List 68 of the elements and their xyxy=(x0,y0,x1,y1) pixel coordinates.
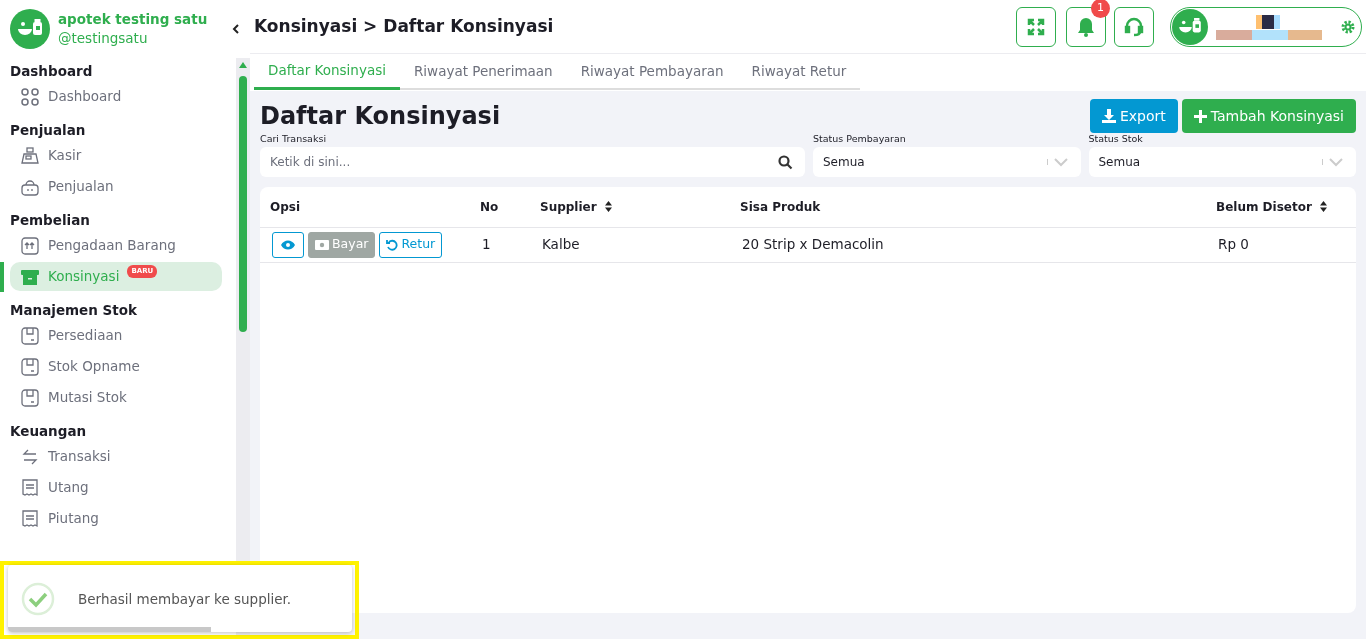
cash-register-icon xyxy=(20,145,40,166)
breadcrumb: Konsinyasi > Daftar Konsinyasi xyxy=(254,14,555,38)
select-field[interactable]: Semua xyxy=(1088,147,1356,177)
grid-icon xyxy=(20,86,40,107)
sidebar-item[interactable]: Transaksi xyxy=(10,442,222,471)
headset-icon xyxy=(1124,16,1144,37)
search-icon[interactable] xyxy=(778,155,793,170)
column-header[interactable]: Belum Disetor xyxy=(1216,197,1312,216)
sidebar-item[interactable]: Dashboard xyxy=(10,82,222,111)
field-label: Status Stok xyxy=(1088,133,1144,145)
store-name: apotek testing satu xyxy=(58,10,209,28)
column-header[interactable]: Supplier xyxy=(540,197,597,216)
receipt-icon xyxy=(20,508,40,529)
plus-icon xyxy=(1193,109,1207,123)
table-cell: 1 xyxy=(482,236,491,253)
support-button[interactable] xyxy=(1114,6,1154,47)
section-heading: Keuangan xyxy=(10,422,88,440)
receipt-icon xyxy=(20,477,40,498)
sidebar-item[interactable]: Persediaan xyxy=(10,321,222,350)
settings-icon[interactable] xyxy=(1341,19,1355,34)
table-cell: Kalbe xyxy=(542,236,580,253)
section-heading: Dashboard xyxy=(10,62,94,80)
download-icon xyxy=(1101,109,1116,123)
undo-icon xyxy=(386,238,399,251)
bell-icon xyxy=(1077,16,1095,37)
notification-count: 1 xyxy=(1091,0,1110,18)
field-label: Cari Transaksi xyxy=(260,133,328,145)
expand-arrows-icon xyxy=(1027,17,1045,36)
fullscreen-button[interactable] xyxy=(1016,6,1056,47)
check-circle-icon xyxy=(21,582,55,616)
search-field[interactable]: Ketik di sini... xyxy=(260,147,805,177)
sidebar-item[interactable]: Piutang xyxy=(10,504,222,533)
table-cell: Rp 0 xyxy=(1218,236,1249,253)
eye-icon xyxy=(281,239,295,250)
sidebar-item[interactable]: Pengadaan Barang xyxy=(10,231,222,260)
page-title: Daftar Konsinyasi xyxy=(260,101,502,131)
banknote-icon xyxy=(315,239,329,250)
section-heading: Manajemen Stok xyxy=(10,301,138,319)
sidebar-item[interactable]: Penjualan xyxy=(10,172,222,201)
avatar-logo-icon xyxy=(1172,8,1208,45)
sort-icon[interactable] xyxy=(1319,201,1327,213)
select-field[interactable]: Semua xyxy=(813,147,1081,177)
view-button[interactable] xyxy=(272,231,304,258)
chevron-down-icon xyxy=(1322,157,1346,167)
scroll-up-icon[interactable] xyxy=(239,62,247,68)
chevron-down-icon xyxy=(1046,157,1071,167)
store-handle: @testingsatu xyxy=(58,29,149,48)
section-heading: Penjualan xyxy=(10,121,87,139)
pharmacy-logo-icon xyxy=(10,9,50,49)
sidebar-item[interactable]: Mutasi Stok xyxy=(10,383,222,412)
column-header: No xyxy=(480,198,499,216)
section-heading: Pembelian xyxy=(10,211,91,229)
sidebar-item[interactable]: Kasir xyxy=(10,141,222,170)
sidebar-item[interactable]: Utang xyxy=(10,473,222,502)
sidebar-item[interactable]: Stok Opname xyxy=(10,352,222,381)
toast-message: Berhasil membayar ke supplier. xyxy=(78,590,292,609)
column-header: Sisa Produk xyxy=(740,198,821,216)
export-button[interactable]: Export xyxy=(1089,99,1178,133)
column-header: Opsi xyxy=(270,198,301,216)
add-button[interactable]: Tambah Konsinyasi xyxy=(1181,99,1356,133)
collapse-chevron-icon[interactable] xyxy=(232,23,240,35)
package-icon xyxy=(20,356,40,377)
sort-icon[interactable] xyxy=(604,201,612,213)
package-icon xyxy=(20,325,40,346)
field-label: Status Pembayaran xyxy=(813,133,907,145)
package-icon xyxy=(20,387,40,408)
return-button[interactable]: Retur xyxy=(379,231,443,258)
table-cell: 20 Strip x Demacolin xyxy=(742,236,884,253)
